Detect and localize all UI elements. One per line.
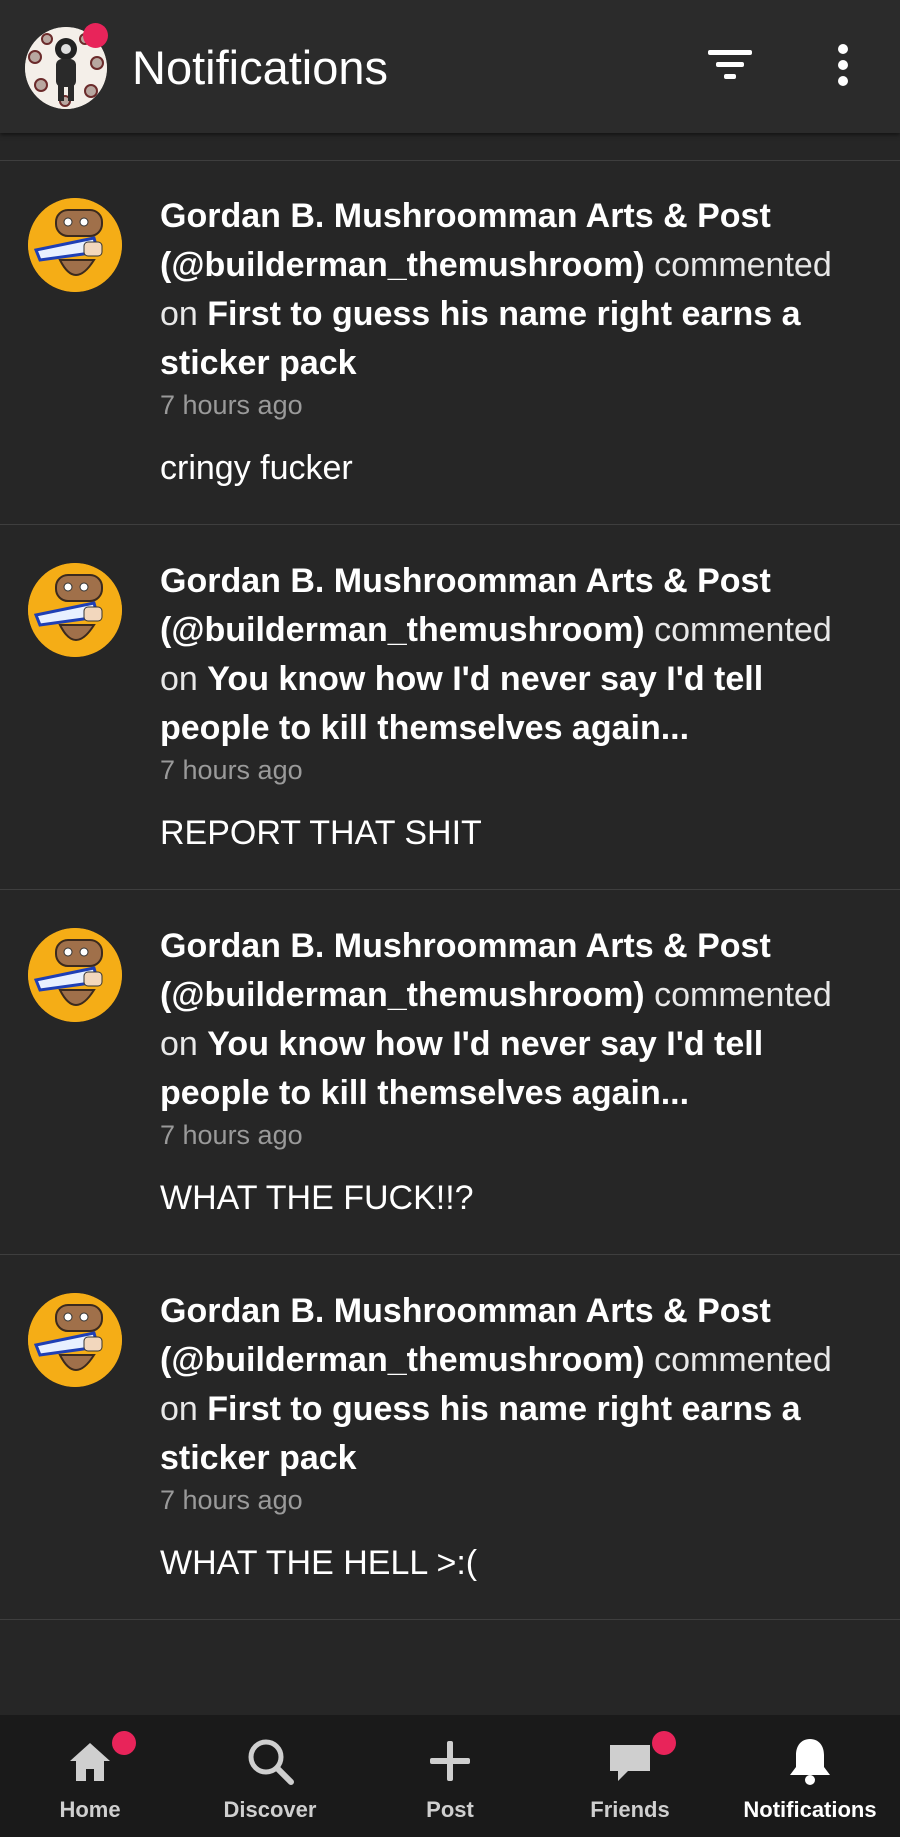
notification-headline: Gordan B. Mushroomman Arts & Post (@buil… (160, 922, 860, 1118)
nav-discover[interactable]: Discover (180, 1715, 360, 1837)
user-avatar[interactable] (28, 563, 122, 657)
filter-icon[interactable] (706, 42, 756, 88)
page-title: Notifications (132, 41, 388, 94)
more-vertical-icon[interactable] (830, 42, 856, 88)
nav-post-label: Post (426, 1797, 474, 1822)
notification-item[interactable]: Gordan B. Mushroomman Arts & Post (@buil… (0, 890, 900, 1255)
user-avatar[interactable] (28, 198, 122, 292)
notification-headline: Gordan B. Mushroomman Arts & Post (@buil… (160, 557, 860, 753)
user-avatar[interactable] (28, 928, 122, 1022)
plus-icon (424, 1735, 476, 1787)
timestamp: 7 hours ago (160, 755, 303, 785)
bell-icon (784, 1735, 836, 1787)
friends-badge (652, 1731, 676, 1755)
post-title-link[interactable]: You know how I'd never say I'd tell peop… (160, 660, 763, 747)
timestamp: 7 hours ago (160, 390, 303, 420)
timestamp: 7 hours ago (160, 1485, 303, 1515)
user-avatar[interactable] (28, 1293, 122, 1387)
timestamp: 7 hours ago (160, 1120, 303, 1150)
notification-item[interactable]: Gordan B. Mushroomman Arts & Post (@buil… (0, 160, 900, 525)
notification-item[interactable]: Gordan B. Mushroomman Arts & Post (@buil… (0, 1255, 900, 1620)
notification-headline: Gordan B. Mushroomman Arts & Post (@buil… (160, 192, 860, 388)
nav-friends-label: Friends (590, 1797, 670, 1822)
comment-text: WHAT THE FUCK!!? (160, 1179, 474, 1217)
home-icon (64, 1735, 116, 1787)
nav-discover-label: Discover (223, 1797, 317, 1822)
top-app-bar: Notifications (0, 0, 900, 133)
post-title-link[interactable]: You know how I'd never say I'd tell peop… (160, 1025, 763, 1112)
notification-item[interactable]: Gordan B. Mushroomman Arts & Post (@buil… (0, 525, 900, 890)
comment-text: REPORT THAT SHIT (160, 814, 482, 852)
chat-bubble-icon (604, 1735, 656, 1787)
search-icon (244, 1735, 296, 1787)
post-title-link[interactable]: First to guess his name right earns a st… (160, 1390, 801, 1477)
notification-headline: Gordan B. Mushroomman Arts & Post (@buil… (160, 1287, 860, 1483)
nav-post[interactable]: Post (360, 1715, 540, 1837)
profile-notification-badge (83, 23, 108, 48)
nav-home[interactable]: Home (0, 1715, 180, 1837)
notification-list: Gordan B. Mushroomman Arts & Post (@buil… (0, 160, 900, 1620)
home-badge (112, 1731, 136, 1755)
nav-notifications[interactable]: Notifications (720, 1715, 900, 1837)
comment-text: cringy fucker (160, 449, 353, 487)
nav-friends[interactable]: Friends (540, 1715, 720, 1837)
nav-home-label: Home (59, 1797, 121, 1822)
bottom-navigation: Home Discover Post Friends Notifications (0, 1715, 900, 1837)
post-title-link[interactable]: First to guess his name right earns a st… (160, 295, 801, 382)
comment-text: WHAT THE HELL >:( (160, 1544, 478, 1582)
nav-notifications-label: Notifications (743, 1797, 877, 1822)
